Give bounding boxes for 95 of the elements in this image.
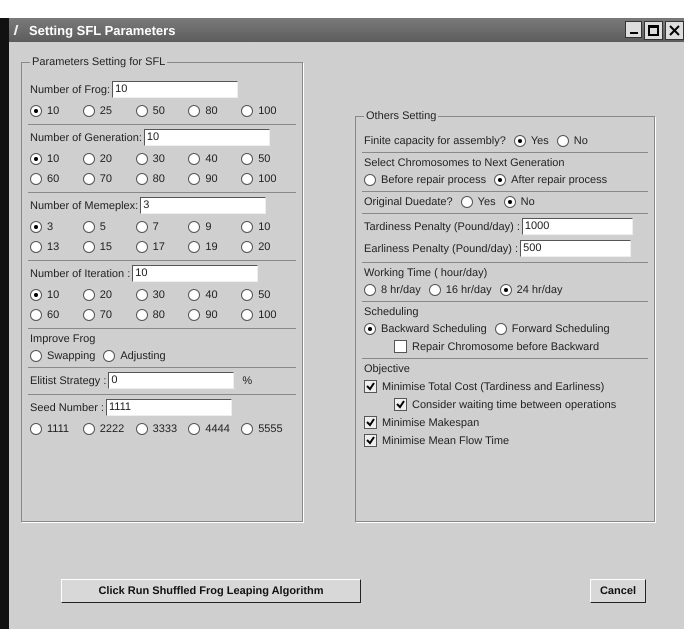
- checkbox-option[interactable]: Consider waiting time between operations: [394, 398, 646, 411]
- field-label: Tardiness Penalty (Pound/day) :: [364, 220, 520, 232]
- radio-option[interactable]: Yes: [460, 196, 496, 208]
- field-label: Number of Iteration :: [30, 268, 130, 280]
- radio-option[interactable]: 9: [188, 221, 242, 233]
- radio-option[interactable]: 10: [241, 221, 294, 233]
- radio-option[interactable]: Adjusting: [103, 350, 166, 362]
- radio-option[interactable]: 25: [82, 105, 136, 117]
- radio-option[interactable]: 60: [30, 173, 83, 185]
- radio-option[interactable]: 4444: [188, 423, 242, 435]
- input-field[interactable]: 10: [112, 81, 238, 98]
- checkbox-option[interactable]: Repair Chromosome before Backward: [394, 340, 646, 353]
- radio-option[interactable]: 1111: [30, 423, 83, 435]
- checkbox-option[interactable]: Minimise Mean Flow Time: [364, 434, 646, 447]
- close-icon: [669, 24, 680, 36]
- radio-option[interactable]: 70: [82, 173, 136, 185]
- check-icon: [396, 400, 405, 409]
- radio-option[interactable]: 20: [82, 153, 136, 165]
- radio-option[interactable]: 10: [30, 153, 83, 165]
- field-label: Number of Frog:: [30, 84, 110, 96]
- radio-option[interactable]: 80: [136, 173, 188, 185]
- input-field[interactable]: 10: [132, 265, 258, 282]
- minimize-button[interactable]: [625, 20, 642, 38]
- radio-option[interactable]: Before repair process: [364, 174, 486, 186]
- radio-option[interactable]: 50: [136, 105, 188, 117]
- radio-option[interactable]: 17: [136, 241, 188, 253]
- radio-option[interactable]: Yes: [514, 135, 549, 147]
- radio-option[interactable]: 5555: [241, 423, 294, 435]
- input-field[interactable]: 1111: [106, 399, 232, 416]
- close-button[interactable]: [665, 20, 684, 40]
- radio-option[interactable]: 30: [136, 153, 188, 165]
- radio-option[interactable]: 80: [136, 309, 188, 321]
- question-label: Finite capacity for assembly?: [364, 135, 506, 147]
- input-field[interactable]: 500: [520, 240, 632, 257]
- checkbox-option[interactable]: Minimise Total Cost (Tardiness and Earliness): [364, 380, 646, 393]
- radio-option[interactable]: 16 hr/day: [428, 284, 492, 296]
- radio-option[interactable]: 40: [188, 153, 242, 165]
- radio-option[interactable]: 19: [188, 241, 242, 253]
- radio-option[interactable]: 40: [188, 289, 242, 301]
- field-label: Seed Number :: [30, 402, 104, 414]
- radio-option[interactable]: Forward Scheduling: [494, 323, 610, 335]
- run-button[interactable]: Click Run Shuffled Frog Leaping Algorithm: [61, 579, 361, 603]
- input-field[interactable]: 10: [144, 129, 270, 146]
- group-title: Parameters Setting for SFL: [30, 56, 168, 68]
- cancel-button[interactable]: Cancel: [590, 579, 646, 603]
- radio-option[interactable]: 3333: [136, 423, 188, 435]
- question-label: Original Duedate?: [364, 196, 453, 208]
- radio-option[interactable]: Backward Scheduling: [364, 323, 487, 335]
- section-label: Working Time ( hour/day): [364, 267, 488, 279]
- maximize-icon: [648, 24, 659, 36]
- radio-option[interactable]: 100: [241, 309, 294, 321]
- field-label: Number of Generation:: [30, 132, 142, 144]
- radio-option[interactable]: 5: [82, 221, 136, 233]
- radio-option[interactable]: 90: [188, 173, 242, 185]
- section-label: Improve Frog: [30, 333, 96, 345]
- radio-option[interactable]: 10: [30, 289, 83, 301]
- radio-option[interactable]: 15: [82, 241, 136, 253]
- radio-option[interactable]: Swapping: [30, 350, 96, 362]
- radio-option[interactable]: No: [556, 135, 588, 147]
- field-label: Number of Memeplex:: [30, 200, 138, 212]
- radio-option[interactable]: After repair process: [494, 174, 608, 186]
- radio-option[interactable]: 90: [188, 309, 242, 321]
- radio-option[interactable]: 80: [188, 105, 242, 117]
- radio-option[interactable]: 10: [30, 105, 83, 117]
- radio-option[interactable]: 50: [241, 153, 294, 165]
- radio-option[interactable]: 13: [30, 241, 83, 253]
- maximize-button[interactable]: [644, 20, 663, 40]
- radio-option[interactable]: 30: [136, 289, 188, 301]
- radio-option[interactable]: 24 hr/day: [500, 284, 562, 296]
- check-icon: [366, 382, 375, 391]
- radio-option[interactable]: 60: [30, 309, 83, 321]
- minimize-icon: [630, 32, 638, 34]
- radio-option[interactable]: 100: [241, 173, 294, 185]
- field-label: Earliness Penalty (Pound/day) :: [364, 242, 518, 254]
- checkbox-option[interactable]: Minimise Makespan: [364, 416, 646, 429]
- radio-option[interactable]: 2222: [82, 423, 136, 435]
- input-field[interactable]: 0: [108, 372, 234, 389]
- window-title: Setting SFL Parameters: [29, 22, 176, 38]
- input-field[interactable]: 3: [140, 197, 266, 214]
- radio-option[interactable]: 7: [136, 221, 188, 233]
- radio-option[interactable]: No: [504, 196, 535, 208]
- radio-option[interactable]: 8 hr/day: [364, 284, 421, 296]
- radio-option[interactable]: 70: [82, 309, 136, 321]
- radio-option[interactable]: 20: [82, 289, 136, 301]
- group-title: Others Setting: [364, 110, 438, 122]
- radio-option[interactable]: 50: [241, 289, 294, 301]
- radio-option[interactable]: 3: [30, 221, 83, 233]
- section-label: Select Chromosomes to Next Generation: [364, 157, 566, 169]
- input-field[interactable]: 1000: [522, 218, 633, 235]
- unit-label: %: [242, 374, 252, 386]
- radio-option[interactable]: 100: [241, 105, 294, 117]
- section-label: Scheduling: [364, 306, 420, 318]
- section-label: Objective: [364, 363, 411, 375]
- field-label: Elitist Strategy :: [30, 374, 106, 386]
- radio-option[interactable]: 20: [241, 241, 294, 253]
